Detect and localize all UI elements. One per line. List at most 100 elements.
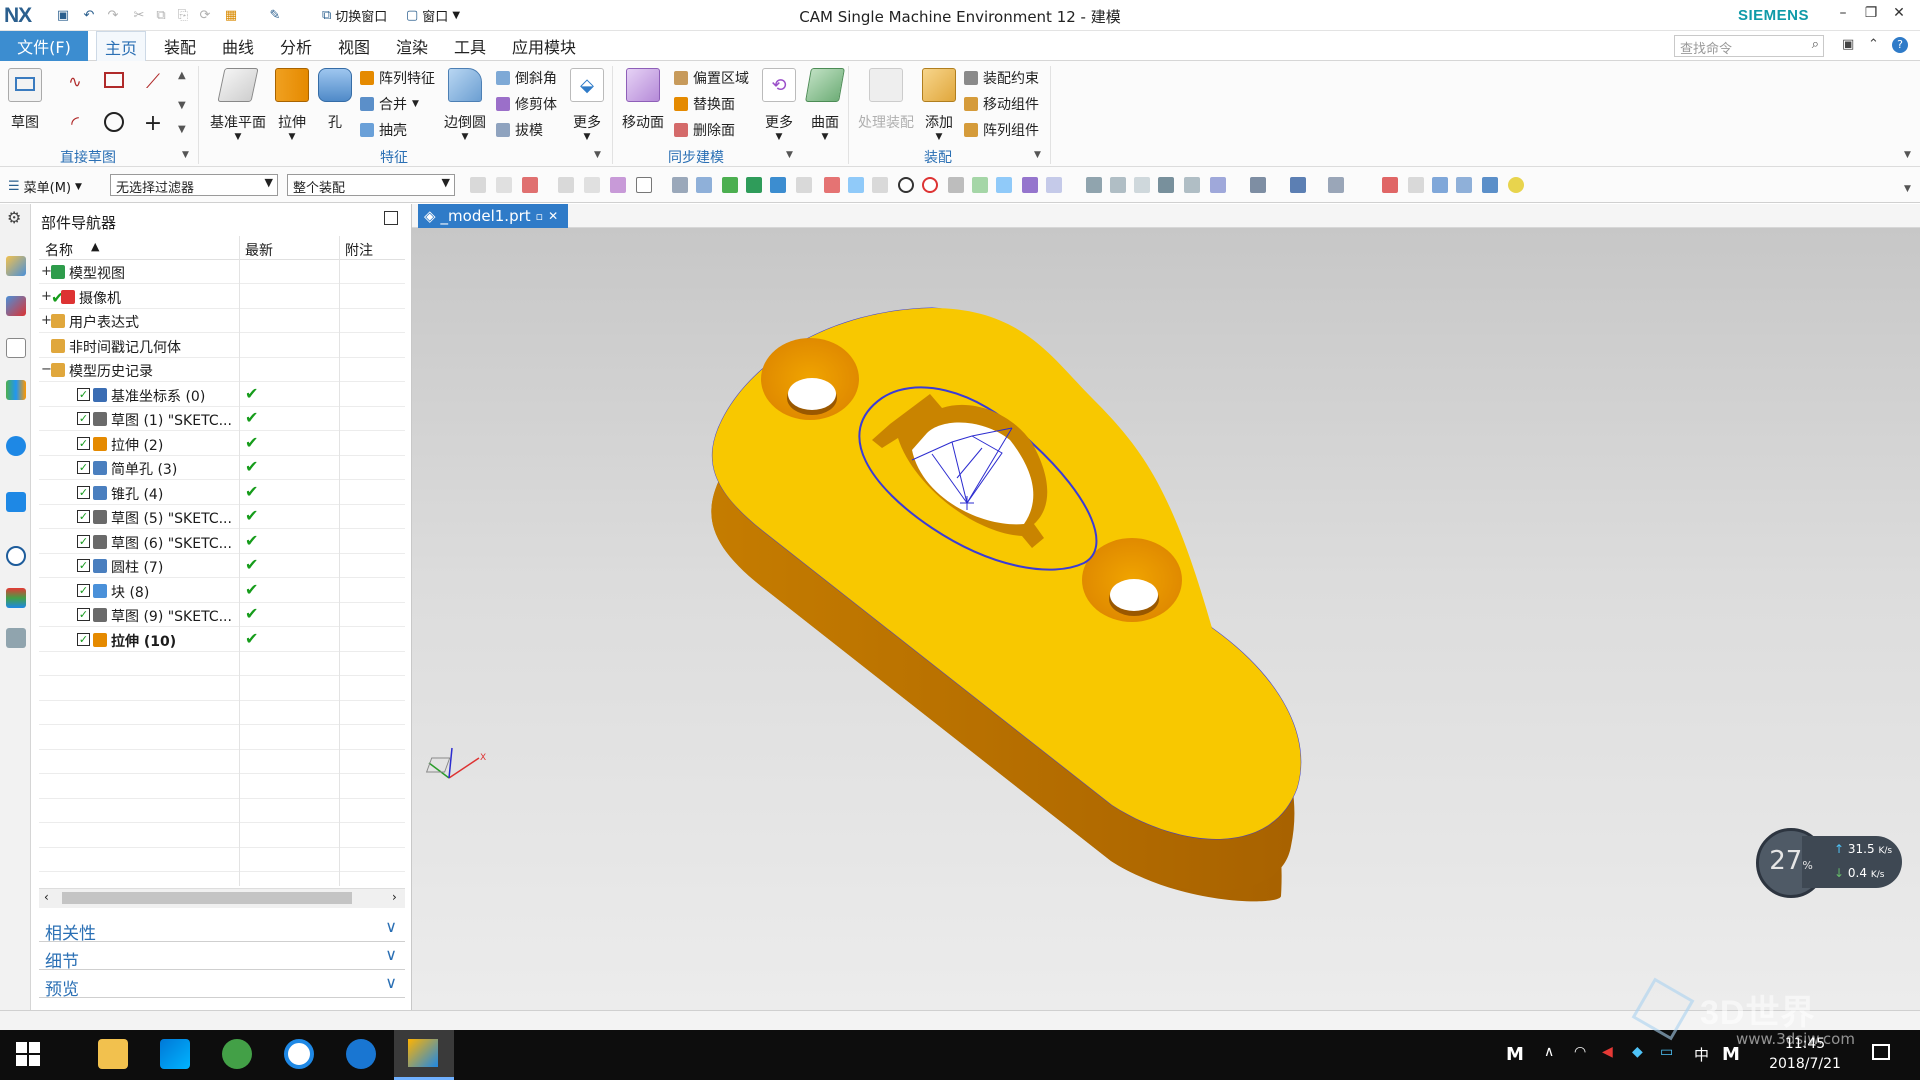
minimize-icon[interactable]: – <box>1832 5 1854 25</box>
visibility-checkbox[interactable]: ✓ <box>77 461 90 474</box>
system-materials-icon[interactable] <box>6 588 26 608</box>
zoom-icon[interactable] <box>1110 177 1126 193</box>
visibility-checkbox[interactable]: ✓ <box>77 632 90 646</box>
more-sync-button[interactable]: ⟲ 更多 ▼ <box>762 68 796 142</box>
arc-icon[interactable]: ◜ <box>64 111 86 135</box>
rectangle-icon[interactable] <box>104 72 124 88</box>
trim-body-button[interactable]: 修剪体 <box>496 94 557 114</box>
browser-360-icon[interactable] <box>222 1039 252 1069</box>
close-icon[interactable]: ✕ <box>1888 5 1910 25</box>
existing-point-icon[interactable] <box>848 177 864 193</box>
curve-icon[interactable] <box>796 177 812 193</box>
column-latest[interactable]: 最新 <box>245 240 273 260</box>
hole-button[interactable]: 孔 <box>318 68 352 132</box>
intersection-icon[interactable] <box>824 177 840 193</box>
tree-row[interactable]: ✓ 基准坐标系 (0) ✔ <box>39 383 405 407</box>
store-icon[interactable] <box>160 1039 190 1069</box>
pattern-feature-button[interactable]: 阵列特征 <box>360 68 435 88</box>
roles-icon[interactable] <box>6 628 26 648</box>
chamfer-button[interactable]: 倒斜角 <box>496 68 557 88</box>
visibility-checkbox[interactable]: ✓ <box>77 510 90 523</box>
qq-browser-icon[interactable] <box>284 1039 314 1069</box>
ribbon-options-icon[interactable]: ▣ <box>1842 37 1854 52</box>
tree-row[interactable]: ✓ 块 (8) ✔ <box>39 579 405 603</box>
rectangle-select-icon[interactable] <box>636 177 652 193</box>
tree-row[interactable]: ✓ 圆柱 (7) ✔ <box>39 554 405 578</box>
history-icon[interactable] <box>6 492 26 512</box>
tab-applications[interactable]: 应用模块 <box>504 31 584 61</box>
scroll-left-icon[interactable]: ‹ <box>44 890 49 904</box>
tray-expand-icon[interactable]: ∧ <box>1544 1044 1554 1060</box>
visibility-checkbox[interactable]: ✓ <box>77 387 90 401</box>
tree-row[interactable]: ✓ 草图 (5) "SKETC... ✔ <box>39 505 405 529</box>
column-comment[interactable]: 附注 <box>345 240 373 260</box>
snap-point-icon[interactable] <box>522 177 538 193</box>
command-search-input[interactable]: 查找命令 ⌕ <box>1674 35 1824 57</box>
malware-tray-icon[interactable]: M <box>1506 1044 1524 1065</box>
dependencies-panel[interactable]: 相关性 ∨ <box>39 916 405 944</box>
select-all-icon[interactable] <box>496 177 512 193</box>
details-panel[interactable]: 细节 ∨ <box>39 944 405 972</box>
tab-curve[interactable]: 曲线 <box>214 31 262 61</box>
pattern-component-button[interactable]: 阵列组件 <box>964 120 1039 140</box>
tree-row[interactable]: − 模型历史记录 <box>39 358 405 382</box>
edge-blend-button[interactable]: 边倒圆 ▼ <box>444 68 486 142</box>
restore-icon[interactable]: ❐ <box>1860 5 1882 25</box>
scroll-up-icon[interactable]: ▲ <box>178 70 186 81</box>
studio-spline-icon[interactable]: ∿ <box>64 70 86 92</box>
tab-view[interactable]: 视图 <box>330 31 378 61</box>
group-menu-icon[interactable]: ▼ <box>786 150 793 160</box>
move-component-button[interactable]: 移动组件 <box>964 94 1039 114</box>
circle-icon[interactable] <box>104 112 124 132</box>
undock-icon[interactable]: ▫ <box>536 210 543 223</box>
group-menu-icon[interactable]: ▼ <box>594 150 601 160</box>
tab-analysis[interactable]: 分析 <box>272 31 320 61</box>
wcs-icon[interactable] <box>1382 177 1398 193</box>
tab-tools[interactable]: 工具 <box>446 31 494 61</box>
visibility-checkbox[interactable]: ✓ <box>77 534 90 548</box>
fit-view-icon[interactable] <box>1086 177 1102 193</box>
tree-row[interactable]: + 模型视图 <box>39 260 405 284</box>
end-point-icon[interactable] <box>746 177 762 193</box>
sphere-icon[interactable] <box>1508 177 1524 193</box>
surface-button[interactable]: 曲面 ▼ <box>805 68 845 142</box>
render-style-icon[interactable] <box>1184 177 1200 193</box>
navigator-maximize-icon[interactable] <box>384 211 398 225</box>
tab-home[interactable]: 主页 <box>96 31 147 61</box>
pole-icon[interactable] <box>1046 177 1062 193</box>
tree-row[interactable]: ✓ 锥孔 (4) ✔ <box>39 481 405 505</box>
volume-icon[interactable]: ◀ <box>1602 1044 1613 1060</box>
reuse-library-icon[interactable] <box>6 380 26 400</box>
tree-row[interactable]: ✓ 简单孔 (3) ✔ <box>39 456 405 480</box>
scroll-down-icon[interactable]: ▼ <box>178 100 186 111</box>
clock-icon[interactable] <box>6 546 26 566</box>
draft-button[interactable]: 拔模 <box>496 120 543 140</box>
scrollbar-thumb[interactable] <box>62 892 352 904</box>
ime-indicator[interactable]: 中 <box>1694 1044 1709 1065</box>
ribbon-overflow-icon[interactable]: ▼ <box>1904 150 1911 160</box>
body-icon[interactable] <box>696 177 712 193</box>
cube-icon[interactable] <box>1432 177 1448 193</box>
tree-row[interactable]: ✓ 草图 (9) "SKETC... ✔ <box>39 603 405 627</box>
sort-ascending-icon[interactable]: ▲ <box>91 240 99 253</box>
move-face-button[interactable]: 移动面 <box>622 68 664 132</box>
gallery-expand-icon[interactable]: ▼ <box>178 124 186 135</box>
assembly-navigator-icon[interactable] <box>6 256 26 276</box>
part-file-tab[interactable]: ◈ _model1.prt ▫ ✕ <box>418 204 568 228</box>
tree-row[interactable]: ✓ 草图 (1) "SKETC... ✔ <box>39 407 405 431</box>
scroll-right-icon[interactable]: › <box>392 890 397 904</box>
file-menu-button[interactable]: 文件(F) <box>0 31 88 61</box>
unite-button[interactable]: 合并 ▼ <box>360 94 419 114</box>
windows-start-icon[interactable] <box>16 1042 40 1066</box>
tree-row[interactable]: + 用户表达式 <box>39 309 405 333</box>
group-menu-icon[interactable]: ▼ <box>1034 150 1041 160</box>
shaded-icon[interactable] <box>672 177 688 193</box>
view-triad[interactable]: X <box>425 747 487 779</box>
gear-icon[interactable]: ⚙ <box>7 208 21 227</box>
visibility-checkbox[interactable]: ✓ <box>77 412 90 425</box>
offset-region-button[interactable]: 偏置区域 <box>674 68 749 88</box>
visibility-checkbox[interactable]: ✓ <box>77 559 90 572</box>
visibility-checkbox[interactable]: ✓ <box>77 583 90 597</box>
control-point-icon[interactable] <box>1022 177 1038 193</box>
security-shield-icon[interactable]: ◆ <box>1632 1044 1643 1060</box>
